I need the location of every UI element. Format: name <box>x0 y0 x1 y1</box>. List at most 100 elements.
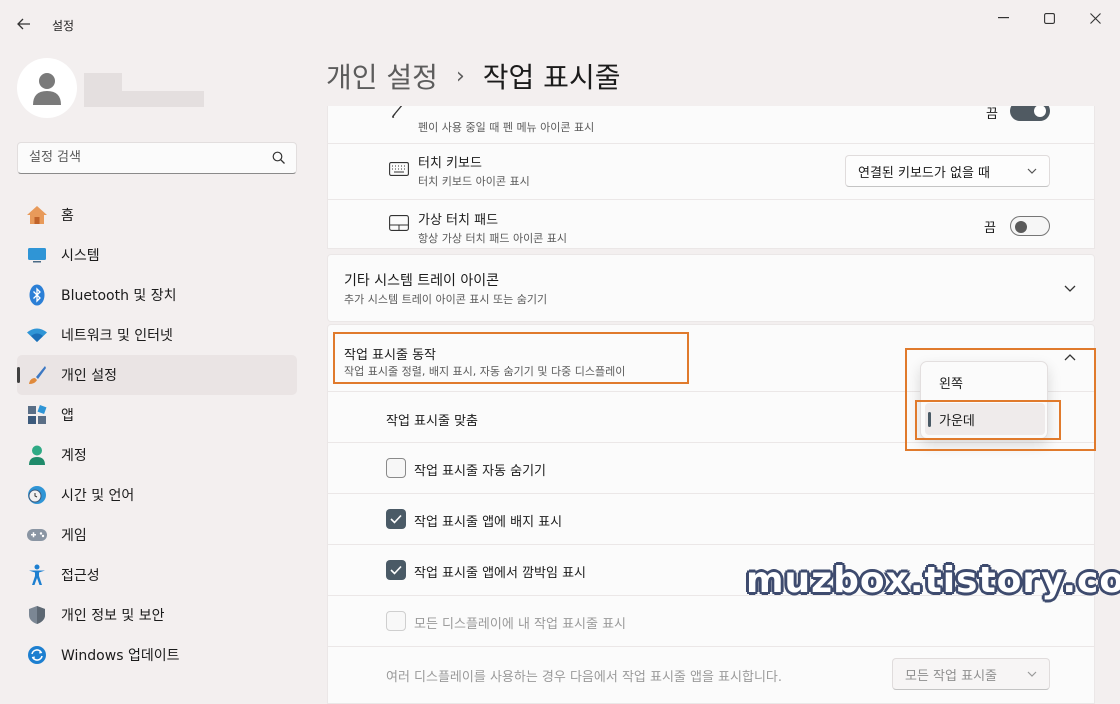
display-icon <box>26 244 48 266</box>
close-button[interactable] <box>1072 6 1118 30</box>
breadcrumb-parent[interactable]: 개인 설정 <box>326 56 438 96</box>
maximize-button[interactable] <box>1026 6 1072 30</box>
all-displays-checkbox[interactable] <box>386 611 406 631</box>
sidebar-item-label: 개인 설정 <box>61 368 117 384</box>
alignment-option-left[interactable]: 왼쪽 <box>925 366 1045 398</box>
sidebar-item-privacy-security[interactable]: 개인 정보 및 보안 <box>17 595 297 635</box>
sidebar-item-label: 홈 <box>61 208 74 224</box>
behaviors-subtitle: 작업 표시줄 정렬, 배지 표시, 자동 숨기기 및 다중 디스플레이 <box>344 365 626 378</box>
touchpad-toggle-state: 끔 <box>984 221 996 236</box>
apps-icon <box>26 404 48 426</box>
sidebar-item-label: 계정 <box>61 448 87 464</box>
bluetooth-icon <box>26 284 48 306</box>
all-displays-row: 모든 디스플레이에 내 작업 표시줄 표시 <box>328 596 1094 646</box>
chevron-up-icon[interactable] <box>1064 353 1076 363</box>
badges-row: 작업 표시줄 앱에 배지 표시 <box>328 494 1094 544</box>
virtual-touchpad-title: 가상 터치 패드 <box>418 213 499 228</box>
pen-menu-subtitle: 펜이 사용 중일 때 펜 메뉴 아이콘 표시 <box>418 121 595 134</box>
touch-keyboard-value: 연결된 키보드가 없을 때 <box>858 165 990 181</box>
taskbar-tray-card: 펜이 사용 중일 때 펜 메뉴 아이콘 표시 끔 터치 키보드 터치 키보드 아… <box>327 106 1095 249</box>
flashing-label[interactable]: 작업 표시줄 앱에서 깜박임 표시 <box>414 562 586 581</box>
sidebar-item-gaming[interactable]: 게임 <box>17 515 297 555</box>
back-arrow-icon <box>17 18 30 30</box>
minimize-icon <box>997 17 1009 19</box>
sidebar-item-label: 개인 정보 및 보안 <box>61 608 165 624</box>
keyboard-icon <box>388 158 410 180</box>
pen-menu-toggle[interactable] <box>1010 106 1050 121</box>
other-tray-icons-card[interactable]: 기타 시스템 트레이 아이콘 추가 시스템 트레이 아이콘 표시 또는 숨기기 <box>327 254 1095 322</box>
virtual-touchpad-row: 가상 터치 패드 항상 가상 터치 패드 아이콘 표시 끔 <box>328 200 1094 250</box>
multi-display-row: 여러 디스플레이를 사용하는 경우 다음에서 작업 표시줄 앱을 표시합니다. … <box>328 647 1094 704</box>
checkmark-icon <box>390 565 402 575</box>
all-displays-label: 모든 디스플레이에 내 작업 표시줄 표시 <box>414 617 627 632</box>
person-icon <box>33 73 61 105</box>
sidebar-item-apps[interactable]: 앱 <box>17 395 297 435</box>
wifi-icon <box>26 324 48 346</box>
multi-display-label: 여러 디스플레이를 사용하는 경우 다음에서 작업 표시줄 앱을 표시합니다. <box>386 670 782 685</box>
user-avatar[interactable] <box>17 58 77 118</box>
pen-menu-row: 펜이 사용 중일 때 펜 메뉴 아이콘 표시 끔 <box>328 106 1094 143</box>
chevron-down-icon <box>1027 168 1037 174</box>
checkmark-icon <box>390 514 402 524</box>
touch-keyboard-row: 터치 키보드 터치 키보드 아이콘 표시 연결된 키보드가 없을 때 <box>328 144 1094 199</box>
sidebar-item-personalization[interactable]: 개인 설정 <box>17 355 297 395</box>
breadcrumb: 개인 설정 › 작업 표시줄 <box>326 56 620 96</box>
minimize-button[interactable] <box>980 6 1026 30</box>
sidebar-item-label: 네트워크 및 인터넷 <box>61 328 173 344</box>
sidebar-item-label: 접근성 <box>61 568 100 584</box>
close-icon <box>1089 12 1101 24</box>
page-title: 작업 표시줄 <box>482 61 621 94</box>
search-input[interactable] <box>29 150 269 165</box>
multi-display-value: 모든 작업 표시줄 <box>905 668 997 684</box>
sidebar-item-label: 앱 <box>61 408 74 424</box>
auto-hide-checkbox[interactable] <box>386 458 406 478</box>
sidebar-item-label: 게임 <box>61 528 87 544</box>
touchpad-icon <box>388 212 410 234</box>
alignment-label: 작업 표시줄 맞춤 <box>386 414 478 429</box>
sidebar-item-accessibility[interactable]: 접근성 <box>17 555 297 595</box>
title-bar: 설정 <box>0 0 1120 48</box>
sidebar-item-home[interactable]: 홈 <box>17 195 297 235</box>
touch-keyboard-dropdown[interactable]: 연결된 키보드가 없을 때 <box>845 155 1050 187</box>
alignment-dropdown-list[interactable]: 왼쪽 가운데 <box>920 361 1048 439</box>
sidebar-item-network[interactable]: 네트워크 및 인터넷 <box>17 315 297 355</box>
account-icon <box>26 444 48 466</box>
auto-hide-label[interactable]: 작업 표시줄 자동 숨기기 <box>414 460 546 479</box>
app-title: 설정 <box>52 19 75 33</box>
sidebar-item-label: 시간 및 언어 <box>61 488 135 504</box>
behaviors-title: 작업 표시줄 동작 <box>344 348 436 363</box>
pen-toggle-state: 끔 <box>986 107 998 122</box>
watermark: muzbox.tistory.com <box>746 560 1120 601</box>
user-name-redacted <box>84 73 204 107</box>
search-icon[interactable] <box>272 151 286 165</box>
sidebar-item-bluetooth[interactable]: Bluetooth 및 장치 <box>17 275 297 315</box>
settings-search-box[interactable] <box>17 142 297 174</box>
shield-icon <box>26 604 48 626</box>
sidebar-item-label: 시스템 <box>61 248 100 264</box>
sidebar-item-time-language[interactable]: 시간 및 언어 <box>17 475 297 515</box>
sidebar-item-windows-update[interactable]: Windows 업데이트 <box>17 635 297 675</box>
chevron-down-icon[interactable] <box>1064 283 1076 293</box>
gamepad-icon <box>26 524 48 546</box>
home-icon <box>26 204 48 226</box>
pen-icon <box>388 106 410 121</box>
other-tray-subtitle: 추가 시스템 트레이 아이콘 표시 또는 숨기기 <box>344 293 548 306</box>
sidebar-item-label: Windows 업데이트 <box>61 648 180 664</box>
virtual-touchpad-subtitle: 항상 가상 터치 패드 아이콘 표시 <box>418 232 568 245</box>
touch-keyboard-subtitle: 터치 키보드 아이콘 표시 <box>418 175 530 188</box>
sidebar-item-accounts[interactable]: 계정 <box>17 435 297 475</box>
badges-label[interactable]: 작업 표시줄 앱에 배지 표시 <box>414 511 562 530</box>
sidebar-item-system[interactable]: 시스템 <box>17 235 297 275</box>
sidebar-item-label: Bluetooth 및 장치 <box>61 288 177 304</box>
auto-hide-row: 작업 표시줄 자동 숨기기 <box>328 443 1094 493</box>
update-icon <box>26 644 48 666</box>
flashing-checkbox[interactable] <box>386 560 406 580</box>
back-button[interactable] <box>10 12 38 36</box>
multi-display-dropdown[interactable]: 모든 작업 표시줄 <box>892 658 1050 690</box>
virtual-touchpad-toggle[interactable] <box>1010 216 1050 236</box>
alignment-option-center[interactable]: 가운데 <box>925 403 1045 435</box>
sidebar-nav: 홈 시스템 Bluetooth 및 장치 네트워크 및 인터넷 개인 설정 앱 … <box>17 195 297 675</box>
brush-icon <box>26 364 48 386</box>
badges-checkbox[interactable] <box>386 509 406 529</box>
touch-keyboard-title: 터치 키보드 <box>418 156 482 171</box>
